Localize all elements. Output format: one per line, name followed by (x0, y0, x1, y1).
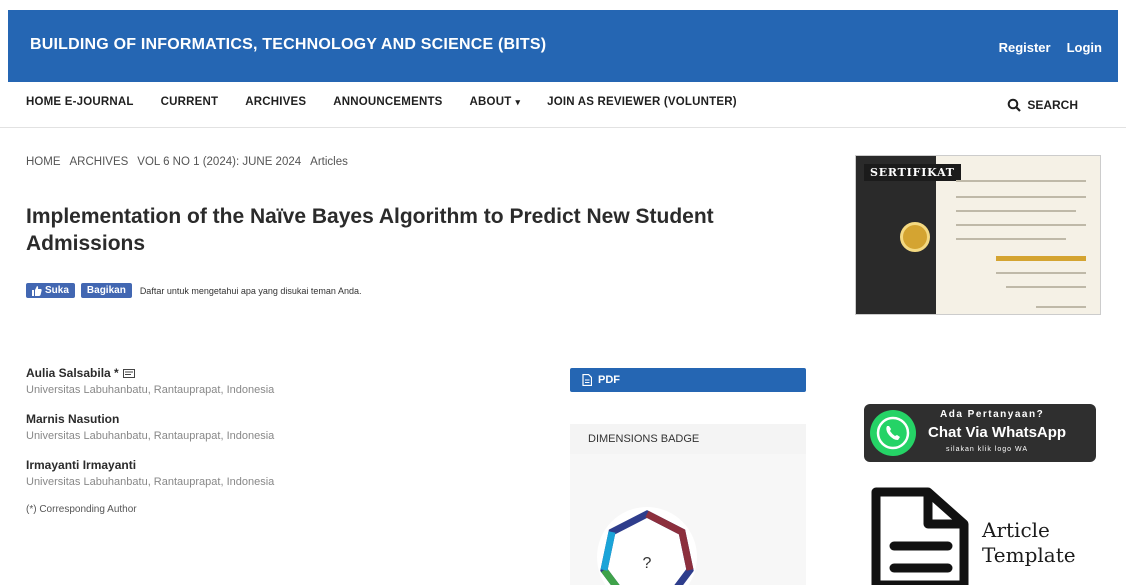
whatsapp-icon[interactable] (870, 410, 916, 456)
site-header: BUILDING OF INFORMATICS, TECHNOLOGY AND … (0, 0, 1126, 84)
author-item: Aulia Salsabila * Universitas Labuhanbat… (26, 366, 546, 396)
certificate-line (956, 210, 1076, 212)
dimensions-badge-heading: DIMENSIONS BADGE (570, 424, 806, 454)
certificate-ribbon (996, 256, 1086, 261)
authors-list: Aulia Salsabila * Universitas Labuhanbat… (26, 366, 546, 515)
nav-about-label: ABOUT (469, 96, 512, 108)
journal-title-link[interactable]: BUILDING OF INFORMATICS, TECHNOLOGY AND … (30, 36, 546, 54)
register-link[interactable]: Register (999, 40, 1051, 55)
pdf-download-button[interactable]: PDF (570, 368, 806, 392)
certificate-line (996, 272, 1086, 274)
author-name: Marnis Nasution (26, 412, 120, 426)
search-label: SEARCH (1027, 98, 1078, 112)
whatsapp-question: Ada Pertanyaan? (940, 409, 1045, 420)
facebook-like-button[interactable]: Suka (26, 283, 75, 298)
article-template-label: Article Template (982, 518, 1076, 568)
certificate-line (956, 196, 1086, 198)
ribbon-seal-icon (900, 222, 930, 252)
author-affiliation: Universitas Labuhanbatu, Rantauprapat, I… (26, 476, 275, 488)
search-icon (1008, 98, 1022, 112)
certificate-line (956, 224, 1086, 226)
whatsapp-phone-icon (876, 416, 910, 450)
template-line-2: Template (982, 543, 1076, 567)
author-name-text: Aulia Salsabila * (26, 366, 119, 380)
dimensions-badge-panel: ? (570, 454, 806, 585)
breadcrumb: HOME ARCHIVES VOL 6 NO 1 (2024): JUNE 20… (26, 156, 348, 168)
nav-announcements[interactable]: ANNOUNCEMENTS (333, 96, 442, 108)
article-title: Implementation of the Naïve Bayes Algori… (26, 205, 714, 255)
facebook-social-bar: Suka Bagikan Daftar untuk mengetahui apa… (26, 283, 361, 298)
author-affiliation: Universitas Labuhanbatu, Rantauprapat, I… (26, 430, 275, 442)
brand-bar: BUILDING OF INFORMATICS, TECHNOLOGY AND … (8, 10, 1118, 82)
nav-menu: HOME E-JOURNAL CURRENT ARCHIVES ANNOUNCE… (26, 96, 764, 108)
breadcrumb-home[interactable]: HOME (26, 156, 61, 168)
nav-archives[interactable]: ARCHIVES (245, 96, 306, 108)
facebook-signup-text: Daftar untuk mengetahui apa yang disukai… (139, 285, 362, 296)
email-icon[interactable] (122, 368, 135, 378)
pdf-file-icon (582, 374, 592, 386)
breadcrumb-archives[interactable]: ARCHIVES (70, 156, 129, 168)
certificate-line (1006, 286, 1086, 288)
login-link[interactable]: Login (1067, 40, 1102, 55)
article-template-link[interactable]: Article Template (868, 486, 1098, 585)
breadcrumb-current: Articles (310, 156, 348, 168)
nav-about[interactable]: ABOUT ▾ (470, 96, 521, 108)
thumbs-up-icon (32, 285, 42, 296)
nav-home-ejournal[interactable]: HOME E-JOURNAL (26, 96, 134, 108)
user-links: Register Login (999, 40, 1102, 55)
certificate-image[interactable]: SERTIFIKAT (855, 155, 1101, 315)
pdf-label: PDF (598, 374, 620, 386)
facebook-like-label: Suka (45, 285, 69, 296)
document-icon (871, 487, 969, 585)
certificate-line (956, 238, 1066, 240)
whatsapp-chat-banner[interactable]: Ada Pertanyaan? Chat Via WhatsApp silaka… (864, 404, 1096, 462)
certificate-title: SERTIFIKAT (864, 164, 961, 181)
nav-current[interactable]: CURRENT (161, 96, 219, 108)
whatsapp-main-text: Chat Via WhatsApp (928, 424, 1067, 441)
dimensions-badge-value: ? (643, 555, 652, 572)
author-affiliation: Universitas Labuhanbatu, Rantauprapat, I… (26, 384, 275, 396)
author-name: Aulia Salsabila * (26, 366, 546, 380)
template-line-1: Article (982, 518, 1050, 542)
primary-nav: HOME E-JOURNAL CURRENT ARCHIVES ANNOUNCE… (0, 84, 1126, 128)
author-item: Irmayanti Irmayanti Universitas Labuhanb… (26, 458, 546, 488)
certificate-line (956, 180, 1086, 182)
chevron-down-icon: ▾ (515, 97, 521, 107)
dimensions-badge[interactable]: ? (592, 502, 702, 585)
search-link[interactable]: SEARCH (1007, 98, 1078, 112)
nav-join-reviewer[interactable]: JOIN AS REVIEWER (VOLUNTER) (547, 96, 737, 108)
certificate-line (1036, 306, 1086, 308)
author-name: Irmayanti Irmayanti (26, 458, 137, 472)
whatsapp-subtext: silakan klik logo WA (946, 446, 1028, 453)
author-item: Marnis Nasution Universitas Labuhanbatu,… (26, 412, 546, 442)
facebook-share-button[interactable]: Bagikan (80, 283, 132, 298)
breadcrumb-issue[interactable]: VOL 6 NO 1 (2024): JUNE 2024 (137, 156, 301, 168)
corresponding-author-note: (*) Corresponding Author (26, 504, 137, 515)
